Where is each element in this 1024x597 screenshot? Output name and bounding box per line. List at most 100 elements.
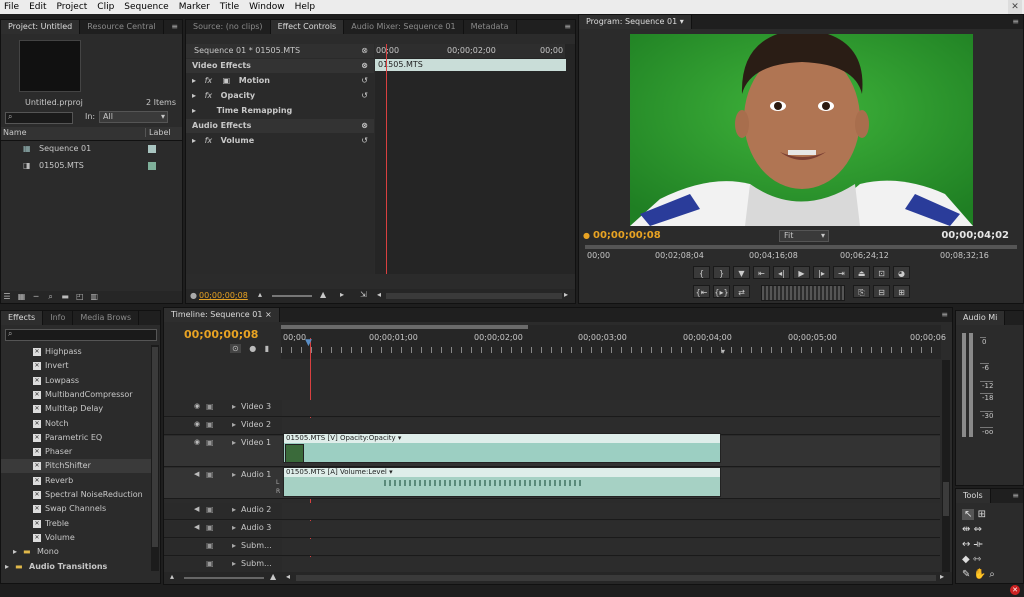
close-icon[interactable]: × bbox=[265, 310, 272, 319]
in-dropdown[interactable]: All ▾ bbox=[99, 111, 168, 123]
scroll-left-icon[interactable]: ◂ bbox=[377, 290, 381, 299]
go-to-in-icon[interactable]: ⇤ bbox=[753, 266, 770, 279]
menu-file[interactable]: File bbox=[0, 2, 25, 12]
ec-time-remap-row[interactable]: ▸ Time Remapping bbox=[186, 104, 374, 118]
expand-triangle-icon[interactable]: ▸ bbox=[232, 402, 236, 411]
tab-media-browser[interactable]: Media Brows bbox=[73, 311, 140, 325]
list-item[interactable]: ✕ Multitap Delay bbox=[1, 402, 151, 416]
play-only-audio-icon[interactable]: ▸ bbox=[340, 290, 344, 299]
list-item[interactable]: ▦ Sequence 01 bbox=[1, 142, 182, 156]
step-forward-icon[interactable]: |▸ bbox=[813, 266, 830, 279]
zoom-icon[interactable]: ⌕ bbox=[989, 569, 995, 580]
tab-source[interactable]: Source: (no clips) bbox=[186, 20, 271, 34]
panel-menu-icon[interactable]: ≡ bbox=[560, 20, 575, 34]
lift-icon[interactable]: ⏏ bbox=[853, 266, 870, 279]
snap-icon[interactable]: ⊙ bbox=[230, 344, 241, 353]
expand-triangle-icon[interactable]: ▸ bbox=[192, 91, 196, 100]
expand-triangle-icon[interactable]: ▸ bbox=[192, 76, 196, 85]
rate-stretch-icon[interactable]: ↔ bbox=[962, 539, 970, 550]
project-search-input[interactable]: ⌕ bbox=[5, 112, 73, 124]
list-item[interactable]: ✕ Treble bbox=[1, 517, 151, 531]
zoom-slider[interactable] bbox=[272, 295, 312, 297]
list-view-icon[interactable]: ☰ bbox=[1, 291, 13, 302]
export-frame-icon[interactable]: ⎘ bbox=[853, 285, 870, 298]
eye-icon[interactable]: ◉ bbox=[194, 402, 200, 410]
timeline-current-timecode[interactable]: 00;00;00;08 bbox=[184, 328, 258, 341]
track-header[interactable]: ◉ ▣ ▸ Video 3 bbox=[164, 400, 282, 417]
lock-icon[interactable]: ▣ bbox=[206, 523, 214, 532]
tab-program[interactable]: Program: Sequence 01 ▾ bbox=[579, 15, 692, 29]
selection-tool-icon[interactable]: ↖ bbox=[962, 509, 975, 520]
lock-icon[interactable]: ▣ bbox=[206, 559, 214, 568]
tab-effect-controls[interactable]: Effect Controls bbox=[270, 20, 345, 34]
export-icon[interactable]: ⇲ bbox=[360, 290, 367, 299]
expand-triangle-icon[interactable]: ▸ bbox=[232, 523, 236, 532]
zoom-out-icon[interactable]: ▴ bbox=[258, 290, 262, 299]
folder-audio-transitions[interactable]: ▸ ▬ Audio Transitions bbox=[1, 560, 151, 574]
timeline-h-scrollbar[interactable] bbox=[296, 575, 936, 581]
track-header[interactable]: ◀ ▣ ▸ Audio 3 bbox=[164, 521, 282, 538]
menu-sequence[interactable]: Sequence bbox=[120, 2, 174, 12]
expand-triangle-icon[interactable]: ▸ bbox=[5, 560, 9, 574]
panel-menu-icon[interactable]: ≡ bbox=[1008, 489, 1023, 503]
set-out-icon[interactable]: } bbox=[713, 266, 730, 279]
expand-triangle-icon[interactable]: ▸ bbox=[192, 106, 196, 115]
list-item[interactable]: ✕ Notch bbox=[1, 417, 151, 431]
rolling-edit-icon[interactable]: ⇔ bbox=[974, 524, 982, 535]
track-header[interactable]: ◉ ▣ ▸ Video 1 bbox=[164, 436, 282, 467]
menu-project[interactable]: Project bbox=[53, 2, 94, 12]
lock-icon[interactable]: ▣ bbox=[206, 420, 214, 429]
safe-margins-icon[interactable]: ⊡ bbox=[873, 266, 890, 279]
zoom-in-icon[interactable]: ▲ bbox=[270, 572, 276, 581]
scroll-thumb[interactable] bbox=[152, 347, 158, 547]
new-item-icon[interactable]: ◰ bbox=[74, 291, 86, 302]
track-lane[interactable] bbox=[282, 521, 940, 538]
lock-icon[interactable]: ▣ bbox=[206, 505, 214, 514]
trim-icon[interactable]: ⊟ bbox=[873, 285, 890, 298]
reset-icon[interactable]: ↺ bbox=[361, 74, 368, 88]
zoom-out-icon[interactable]: ▴ bbox=[170, 572, 174, 581]
ec-volume-row[interactable]: ▸ fx Volume ↺ bbox=[186, 134, 374, 148]
slide-icon[interactable]: ⇿ bbox=[973, 554, 981, 565]
ripple-edit-icon[interactable]: ⇹ bbox=[962, 524, 970, 535]
ec-clip-bar[interactable]: 01505.MTS bbox=[375, 59, 566, 71]
lock-icon[interactable]: ▣ bbox=[206, 541, 214, 550]
scroll-right-icon[interactable]: ▸ bbox=[940, 572, 944, 581]
track-header[interactable]: ▣ ▸ Subm... bbox=[164, 539, 282, 556]
folder-icon[interactable]: ▬ bbox=[59, 291, 71, 302]
work-area-bar[interactable] bbox=[281, 325, 528, 329]
list-item[interactable]: ✕ Lowpass bbox=[1, 374, 151, 388]
menu-marker[interactable]: Marker bbox=[175, 2, 216, 12]
tab-timeline[interactable]: Timeline: Sequence 01 × bbox=[164, 308, 280, 322]
menu-window[interactable]: Window bbox=[245, 2, 291, 12]
output-icon[interactable]: ◕ bbox=[893, 266, 910, 279]
eye-icon[interactable]: ◉ bbox=[194, 438, 200, 446]
reset-icon[interactable]: ⊗ bbox=[361, 119, 368, 133]
expand-triangle-icon[interactable]: ▸ bbox=[232, 420, 236, 429]
list-item[interactable]: ✕ Reverb bbox=[1, 474, 151, 488]
tab-audio-mixer[interactable]: Audio Mixer: Sequence 01 bbox=[344, 20, 464, 34]
icon-view-icon[interactable]: ▦ bbox=[16, 291, 28, 302]
reset-icon[interactable]: ↺ bbox=[361, 89, 368, 103]
video-clip[interactable]: 01505.MTS [V] Opacity:Opacity ▾ bbox=[283, 433, 721, 463]
speaker-icon[interactable]: ◀ bbox=[194, 505, 199, 513]
lock-icon[interactable]: ▮ bbox=[265, 344, 269, 353]
zoom-slider[interactable] bbox=[184, 577, 264, 579]
ec-timecode[interactable]: 00;00;00;08 bbox=[199, 291, 248, 300]
lock-icon[interactable]: ▣ bbox=[206, 402, 214, 411]
lock-icon[interactable]: ▣ bbox=[206, 438, 214, 447]
error-icon[interactable]: ✕ bbox=[1010, 585, 1020, 595]
track-header[interactable]: ◀ ▣ ▸ Audio 2 bbox=[164, 503, 282, 520]
list-item[interactable]: ✕ Highpass bbox=[1, 345, 151, 359]
lock-icon[interactable]: ▣ bbox=[206, 470, 214, 479]
ec-motion-row[interactable]: ▸ fx ▣ Motion ↺ bbox=[186, 74, 374, 88]
tab-audio-meter[interactable]: Audio Mi bbox=[956, 311, 1006, 325]
program-scrub-bar[interactable] bbox=[585, 245, 1017, 249]
reset-icon[interactable]: ⊗ bbox=[361, 44, 368, 58]
track-lane[interactable] bbox=[282, 503, 940, 520]
effects-search-input[interactable]: ⌕ bbox=[5, 329, 157, 341]
expand-triangle-icon[interactable]: ▸ bbox=[232, 470, 236, 479]
track-select-icon[interactable]: ⊞ bbox=[978, 509, 986, 520]
list-item[interactable]: ✕ PitchShifter bbox=[1, 459, 151, 474]
col-label[interactable]: Label bbox=[145, 128, 171, 137]
